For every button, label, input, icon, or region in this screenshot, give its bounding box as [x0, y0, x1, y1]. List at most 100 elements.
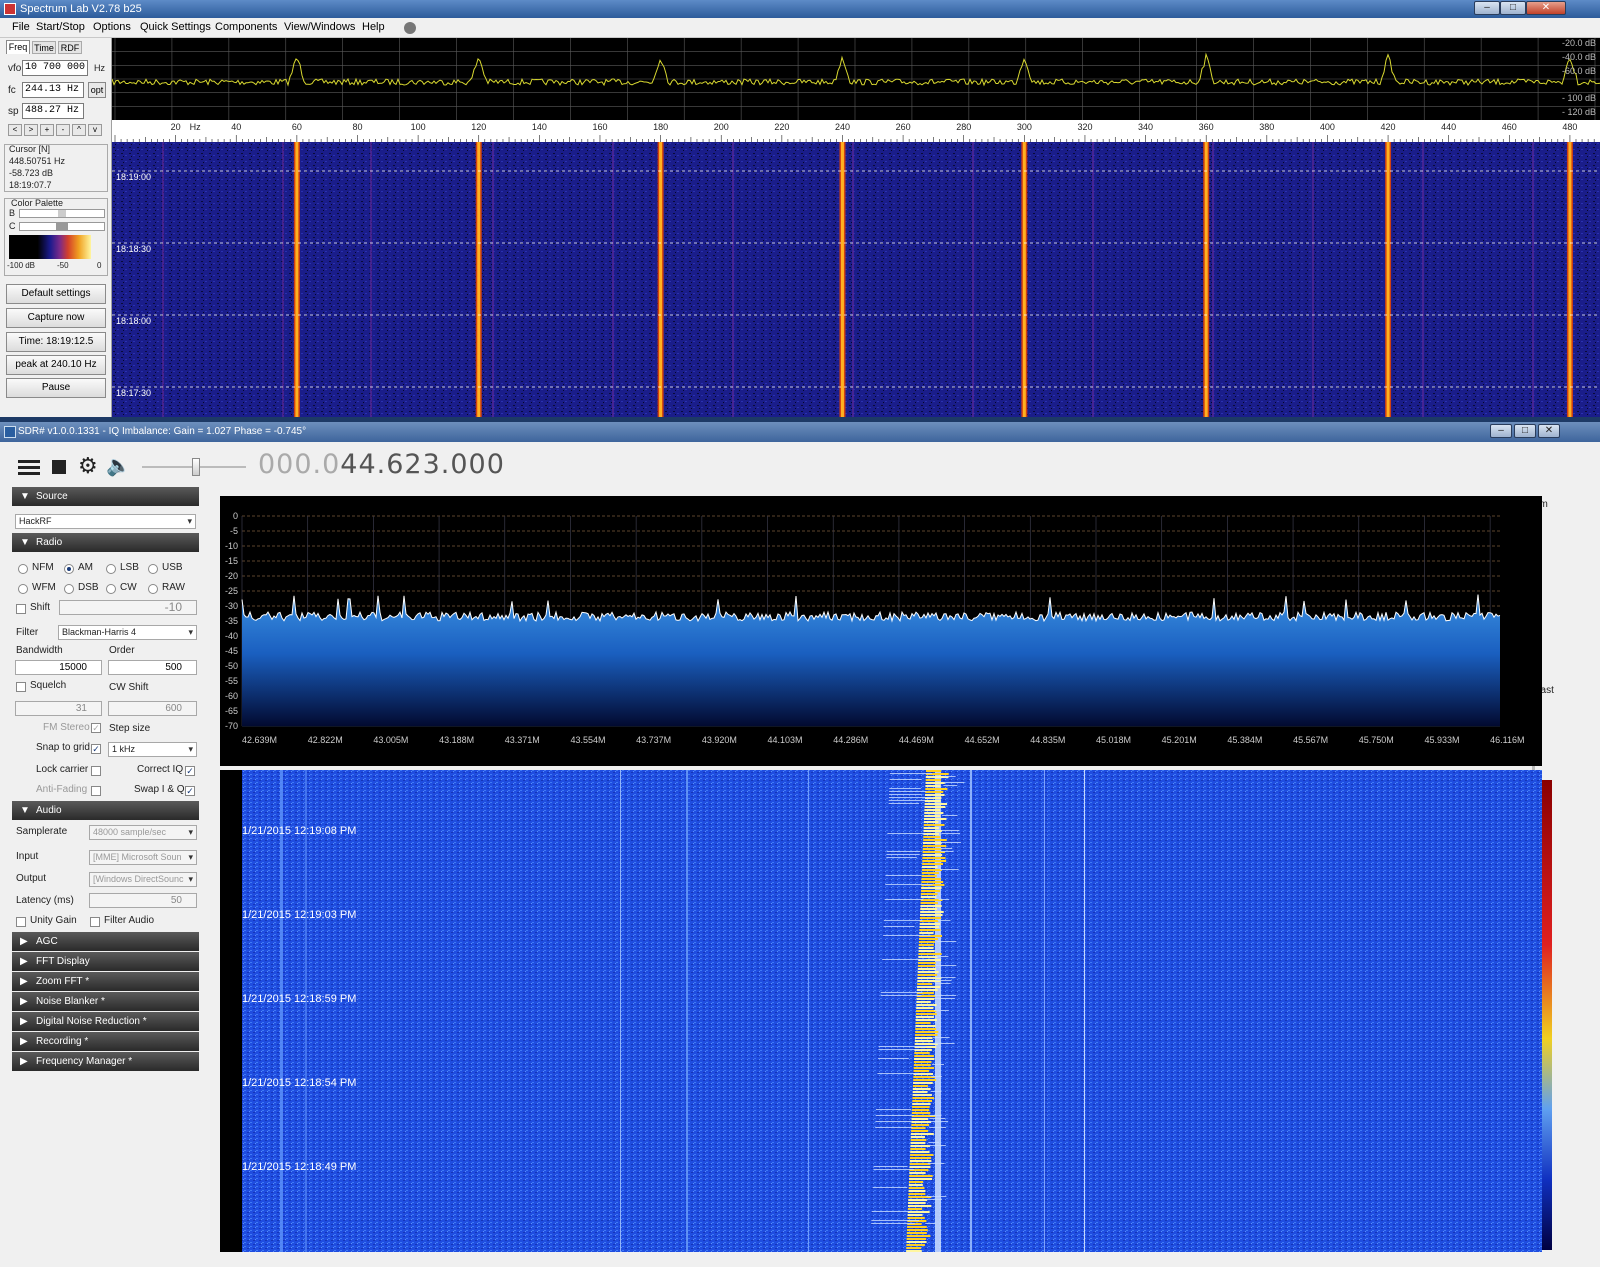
order-input[interactable]: 500	[108, 660, 197, 675]
spectrum-lab-title-bar[interactable]: Spectrum Lab V2.78 b25 – □ ✕	[0, 0, 1600, 18]
zoom-fft-section-header[interactable]: ▶ Zoom FFT *	[12, 972, 199, 991]
mode-wfm-radio[interactable]	[18, 584, 28, 594]
samplerate-select[interactable]: 48000 sample/sec	[89, 825, 197, 840]
carrier-trace	[906, 1247, 922, 1249]
opt-button[interactable]: opt	[88, 82, 106, 98]
anti-fading-checkbox[interactable]	[91, 786, 101, 796]
filter-select[interactable]: Blackman-Harris 4	[58, 625, 197, 640]
carrier-trace	[925, 785, 941, 787]
tab-rdf[interactable]: RDF	[58, 41, 82, 54]
nav-left-button[interactable]: <	[8, 124, 22, 136]
hamburger-menu-icon[interactable]	[18, 458, 40, 476]
shift-input[interactable]: -10	[59, 600, 197, 615]
menu-components[interactable]: Components	[215, 21, 277, 33]
minimize-icon[interactable]: –	[1474, 1, 1500, 15]
mode-wfm-label: WFM	[32, 582, 56, 593]
faint-line	[972, 142, 974, 417]
audio-output-select[interactable]: [Windows DirectSounc	[89, 872, 197, 887]
digital-noise-reduction-section-header[interactable]: ▶ Digital Noise Reduction *	[12, 1012, 199, 1031]
expand-arrow-icon: ▶	[20, 1036, 28, 1047]
fft-display-section-header[interactable]: ▶ FFT Display	[12, 952, 199, 971]
sp-input[interactable]: 488.27 Hz	[22, 103, 84, 119]
audio-section-header[interactable]: ▼ Audio	[12, 801, 199, 820]
mode-am-radio[interactable]	[64, 564, 74, 574]
menu-help[interactable]: Help	[362, 21, 385, 33]
sdr-maximize-icon[interactable]: □	[1514, 424, 1536, 438]
snap-to-grid-checkbox[interactable]: ✓	[91, 744, 101, 754]
menu-quick-settings[interactable]: Quick Settings	[140, 21, 211, 33]
menu-file[interactable]: File	[12, 21, 30, 33]
sideband-trace	[889, 791, 927, 792]
step-size-select[interactable]: 1 kHz	[108, 742, 197, 757]
volume-slider-thumb[interactable]	[192, 458, 200, 476]
unity-gain-checkbox[interactable]	[16, 917, 26, 927]
expand-arrow-icon: ▶	[20, 996, 28, 1007]
vfo-input[interactable]: 10 700 000	[22, 60, 88, 76]
source-section-header[interactable]: ▼ Source	[12, 487, 199, 506]
cw-shift-input[interactable]: 600	[108, 701, 197, 716]
stop-icon[interactable]	[52, 460, 66, 474]
step-size-label: Step size	[109, 723, 151, 734]
nav-zoom-out-button[interactable]: -	[56, 124, 70, 136]
nav-zoom-in-button[interactable]: +	[40, 124, 54, 136]
menu-view-windows[interactable]: View/Windows	[284, 21, 355, 33]
maximize-icon[interactable]: □	[1500, 1, 1526, 15]
squelch-checkbox[interactable]	[16, 682, 26, 692]
swap-iq-checkbox[interactable]: ✓	[185, 786, 195, 796]
lock-carrier-checkbox[interactable]	[91, 766, 101, 776]
noise-blanker-section-header[interactable]: ▶ Noise Blanker *	[12, 992, 199, 1011]
fm-stereo-checkbox[interactable]: ✓	[91, 723, 101, 733]
fc-input[interactable]: 244.13 Hz	[22, 82, 84, 98]
nav-down-button[interactable]: v	[88, 124, 102, 136]
carrier-trace	[910, 1139, 927, 1141]
shift-checkbox[interactable]	[16, 604, 26, 614]
peak-display[interactable]: peak at 240.10 Hz	[6, 355, 106, 375]
mode-lsb-radio[interactable]	[106, 564, 116, 574]
contrast-slider[interactable]	[19, 222, 105, 231]
audio-input-select[interactable]: [MME] Microsoft Soun	[89, 850, 197, 865]
latency-input[interactable]: 50	[89, 893, 197, 908]
frequency-display[interactable]: 000.044.623.000	[258, 448, 505, 482]
default-settings-button[interactable]: Default settings	[6, 284, 106, 304]
mode-nfm-radio[interactable]	[18, 564, 28, 574]
recording-section-header[interactable]: ▶ Recording *	[12, 1032, 199, 1051]
nav-up-button[interactable]: ^	[72, 124, 86, 136]
sdr-close-icon[interactable]: ✕	[1538, 424, 1560, 438]
correct-iq-label: Correct IQ	[137, 764, 184, 775]
menu-options[interactable]: Options	[93, 21, 131, 33]
mode-raw-radio[interactable]	[148, 584, 158, 594]
carrier-trace	[922, 866, 938, 868]
bandwidth-input[interactable]: 15000	[15, 660, 102, 675]
spectrum-lab-display[interactable]: -20.0 dB -40.0 dB -60.0 dB - 100 dB - 120 dB…	[112, 38, 1600, 417]
squelch-input[interactable]: 31	[15, 701, 102, 716]
menu-start-stop[interactable]: Start/Stop	[36, 21, 85, 33]
carrier-trace	[920, 896, 937, 898]
volume-slider[interactable]	[142, 458, 246, 476]
gear-icon[interactable]: ⚙	[78, 455, 98, 477]
brightness-slider[interactable]	[19, 209, 105, 218]
mode-usb-radio[interactable]	[148, 564, 158, 574]
pause-button[interactable]: Pause	[6, 378, 106, 398]
mode-cw-radio[interactable]	[106, 584, 116, 594]
sdr-waterfall[interactable]: 1/21/2015 12:19:08 PM 1/21/2015 12:19:03 …	[220, 770, 1542, 1252]
capture-now-button[interactable]: Capture now	[6, 308, 106, 328]
nav-right-button[interactable]: >	[24, 124, 38, 136]
sdr-minimize-icon[interactable]: –	[1490, 424, 1512, 438]
sdr-spectrum-analyzer[interactable]: 0 -5 -10 -15 -20 -25 -30 -35 -40 -45 -50 -55 -60 -65 -…	[220, 496, 1542, 766]
tab-time[interactable]: Time	[32, 41, 56, 54]
x-axis-label: 43.188M	[439, 735, 474, 745]
sdr-title-bar[interactable]: SDR# v1.0.0.1331 - IQ Imbalance: Gain = …	[0, 422, 1600, 442]
close-icon[interactable]: ✕	[1526, 1, 1566, 15]
correct-iq-checkbox[interactable]: ✓	[185, 766, 195, 776]
filter-audio-checkbox[interactable]	[90, 917, 100, 927]
tab-freq[interactable]: Freq	[6, 40, 30, 54]
signal-trace	[280, 770, 283, 1252]
source-device-select[interactable]: HackRF	[15, 514, 196, 529]
mode-dsb-radio[interactable]	[64, 584, 74, 594]
radio-section-header[interactable]: ▼ Radio	[12, 533, 199, 552]
speaker-icon[interactable]: 🔈	[106, 455, 131, 477]
carrier-trace	[925, 791, 944, 793]
time-display[interactable]: Time: 18:19:12.5	[6, 332, 106, 352]
agc-section-header[interactable]: ▶ AGC	[12, 932, 199, 951]
frequency-manager-section-header[interactable]: ▶ Frequency Manager *	[12, 1052, 199, 1071]
